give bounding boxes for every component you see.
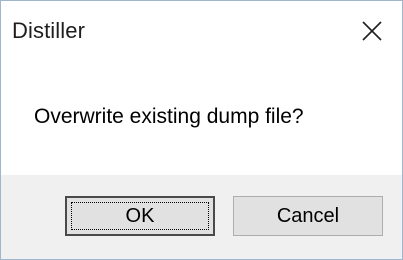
dialog-message: Overwrite existing dump file? — [34, 105, 304, 128]
window-title: Distiller — [12, 18, 86, 43]
dialog-window: Distiller Overwrite existing dump file? … — [0, 0, 403, 260]
cancel-button-label: Cancel — [276, 204, 340, 227]
dialog-content: Overwrite existing dump file? — [1, 65, 402, 175]
close-button[interactable] — [342, 1, 402, 65]
ok-button[interactable]: OK — [65, 196, 215, 236]
close-icon — [360, 19, 384, 48]
title-bar[interactable]: Distiller — [1, 1, 402, 65]
ok-button-label: OK — [125, 204, 155, 227]
button-bar: OK Cancel — [1, 175, 402, 259]
cancel-button[interactable]: Cancel — [233, 196, 383, 236]
